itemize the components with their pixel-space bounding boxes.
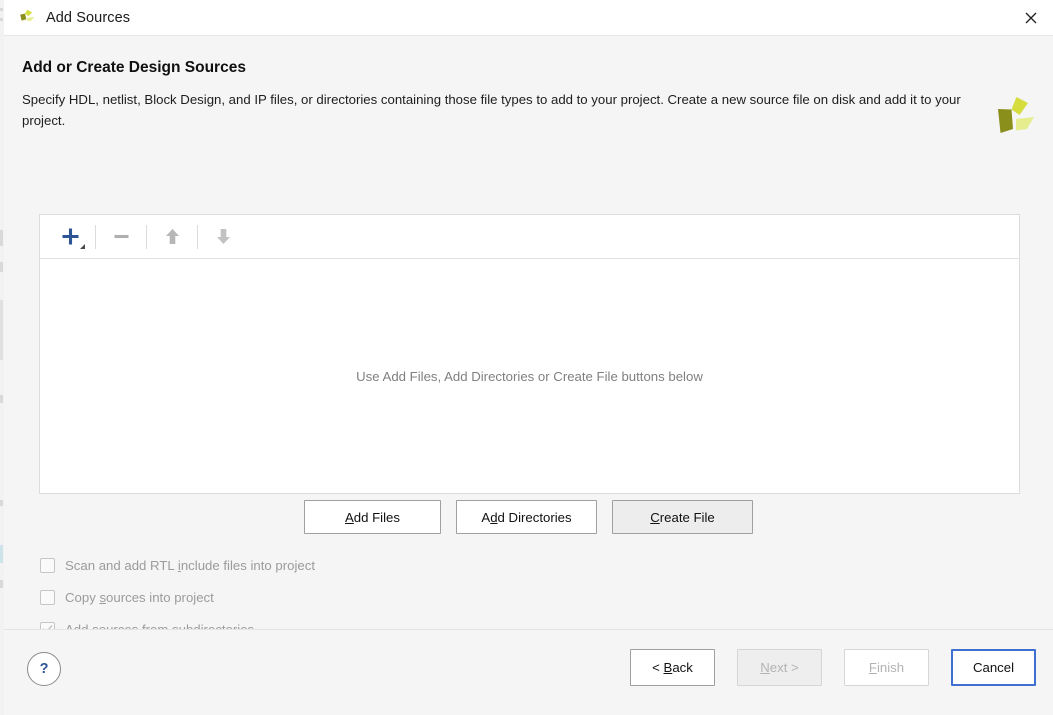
chevron-down-icon [80, 243, 85, 249]
move-up-button [152, 222, 192, 252]
xilinx-pinwheel-logo [994, 95, 1036, 143]
source-list-area[interactable]: Use Add Files, Add Directories or Create… [40, 259, 1019, 493]
back-label: < Back [652, 660, 693, 675]
cancel-label: Cancel [972, 660, 1015, 675]
next-label: Next > [760, 660, 799, 675]
checkbox-box [40, 557, 55, 573]
checkbox-box [40, 589, 55, 605]
scan-rtl-include-label: Scan and add RTL include files into proj… [65, 557, 315, 573]
action-button-row: Add Files Add Directories Create File [4, 500, 1053, 534]
create-file-button[interactable]: Create File [612, 500, 753, 534]
page-title: Add or Create Design Sources [22, 59, 246, 76]
navigation-buttons: < Back Next > Finish Cancel [630, 649, 1036, 686]
finish-label: Finish [868, 660, 905, 675]
dialog-titlebar: Add Sources [4, 0, 1053, 36]
finish-button: Finish [844, 649, 929, 686]
close-icon[interactable] [1009, 0, 1053, 36]
cancel-button[interactable]: Cancel [951, 649, 1036, 686]
add-directories-label: Add Directories [481, 509, 572, 525]
help-button[interactable]: ? [27, 652, 61, 686]
scan-rtl-include-checkbox[interactable]: Scan and add RTL include files into proj… [40, 549, 315, 581]
toolbar-divider [197, 224, 198, 249]
header-block: Add or Create Design Sources Specify HDL… [20, 36, 1037, 132]
dialog-body: Add or Create Design Sources Specify HDL… [4, 36, 1053, 637]
add-files-label: Add Files [345, 509, 400, 525]
add-button[interactable] [50, 222, 90, 252]
copy-sources-checkbox[interactable]: Copy sources into project [40, 581, 315, 613]
dialog-footer: ? < Back Next > Finish Cancel [4, 629, 1053, 715]
copy-sources-label: Copy sources into project [65, 589, 214, 605]
toolbar-divider [146, 224, 147, 249]
add-directories-button[interactable]: Add Directories [456, 500, 597, 534]
add-files-button[interactable]: Add Files [304, 500, 441, 534]
dialog-title: Add Sources [46, 9, 131, 26]
page-description: Specify HDL, netlist, Block Design, and … [22, 92, 961, 129]
toolbar-divider [95, 224, 96, 249]
source-toolbar [40, 215, 1019, 259]
create-file-label: Create File [650, 509, 715, 525]
vivado-pinwheel-icon [17, 8, 37, 28]
back-button[interactable]: < Back [630, 649, 715, 686]
source-list-panel: Use Add Files, Add Directories or Create… [39, 214, 1020, 494]
next-button: Next > [737, 649, 822, 686]
add-sources-dialog: Add Sources Add or Create Design Sources… [4, 0, 1053, 715]
move-down-button [203, 222, 243, 252]
remove-button [101, 222, 141, 252]
empty-state-hint: Use Add Files, Add Directories or Create… [356, 368, 703, 384]
